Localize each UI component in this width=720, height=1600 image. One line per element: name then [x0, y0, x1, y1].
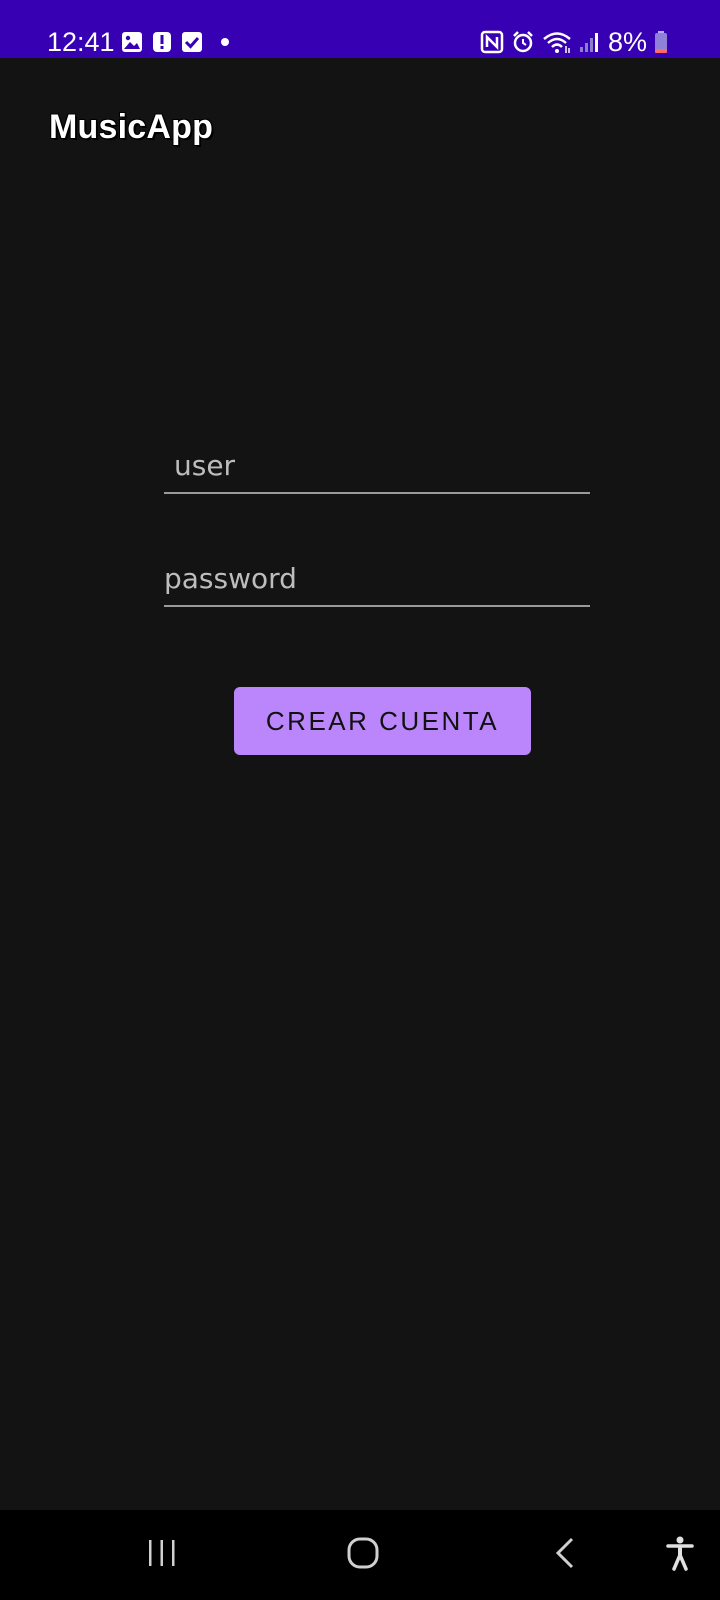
alert-icon: [152, 31, 172, 53]
create-account-button[interactable]: CREAR CUENTA: [234, 687, 531, 755]
wifi-icon: [542, 30, 572, 54]
back-icon: [553, 1536, 577, 1575]
signal-icon: [579, 30, 599, 54]
back-button[interactable]: [535, 1510, 595, 1600]
home-button[interactable]: [333, 1510, 393, 1600]
home-icon: [346, 1536, 380, 1575]
recent-apps-button[interactable]: [132, 1510, 192, 1600]
accessibility-icon: [665, 1535, 695, 1576]
battery-icon: [654, 30, 668, 54]
status-bar: 12:41 8%: [0, 0, 720, 58]
user-input[interactable]: [164, 438, 590, 494]
image-icon: [121, 31, 143, 53]
accessibility-button[interactable]: [650, 1510, 710, 1600]
alarm-icon: [511, 30, 535, 54]
navigation-bar: [0, 1510, 720, 1600]
status-icons-left: [121, 30, 230, 54]
status-time: 12:41: [47, 27, 115, 57]
battery-percent: 8%: [607, 27, 647, 57]
password-input[interactable]: [164, 551, 590, 607]
check-box-icon: [181, 31, 203, 53]
nfc-icon: [480, 30, 504, 54]
app-title: MusicApp: [49, 108, 214, 146]
screen: 12:41 8% MusicApp user CREAR CUENTA: [0, 0, 720, 1600]
recent-apps-icon: [146, 1538, 178, 1573]
status-icons-right: 8%: [480, 26, 668, 58]
dot-icon: [220, 37, 230, 47]
